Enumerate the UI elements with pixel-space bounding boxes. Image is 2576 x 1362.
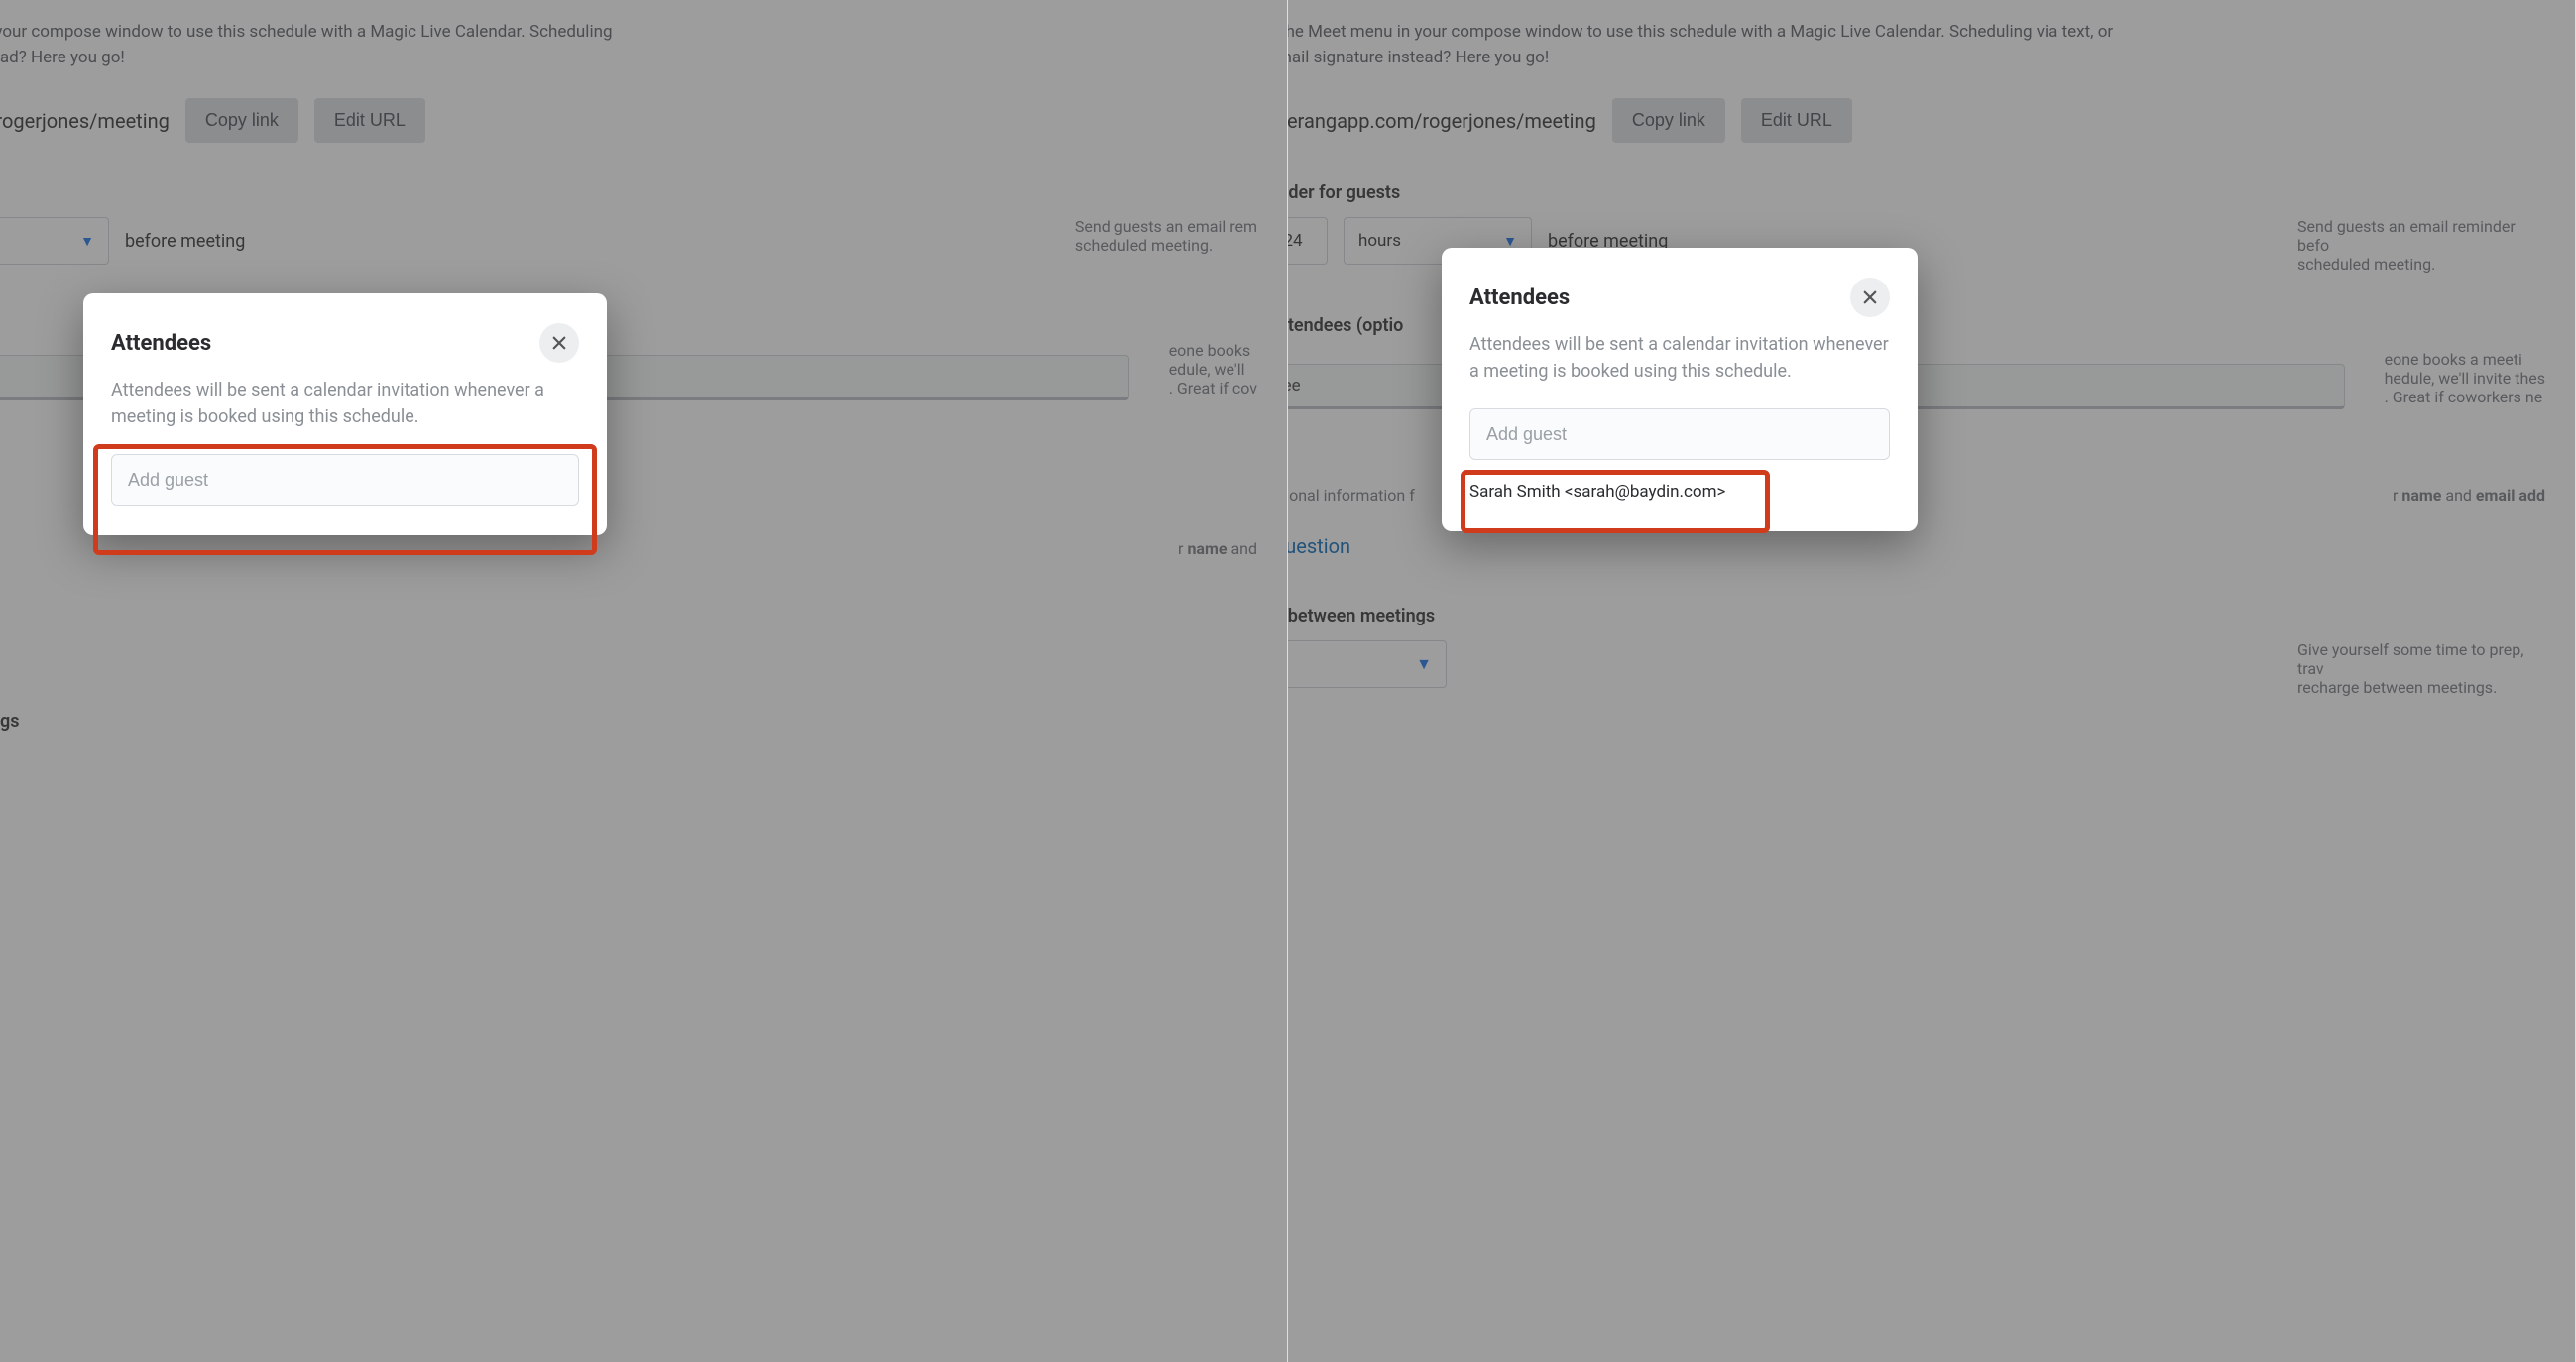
modal-title: Attendees [111, 331, 211, 356]
close-button[interactable] [1850, 278, 1890, 317]
modal-backdrop [1288, 0, 2575, 1362]
attendees-modal: Attendees Attendees will be sent a calen… [1442, 248, 1918, 531]
attendees-modal: Attendees Attendees will be sent a calen… [83, 293, 607, 535]
add-guest-input[interactable] [111, 454, 579, 506]
add-guest-input[interactable] [1469, 408, 1890, 460]
modal-description: Attendees will be sent a calendar invita… [1469, 331, 1890, 385]
modal-title: Attendees [1469, 285, 1570, 310]
modal-description: Attendees will be sent a calendar invita… [111, 377, 579, 430]
attendee-entry[interactable]: Sarah Smith <sarah@baydin.com> [1469, 482, 1890, 502]
close-icon [550, 334, 568, 352]
close-icon [1861, 288, 1879, 306]
modal-backdrop [0, 0, 1287, 1362]
close-button[interactable] [539, 323, 579, 363]
